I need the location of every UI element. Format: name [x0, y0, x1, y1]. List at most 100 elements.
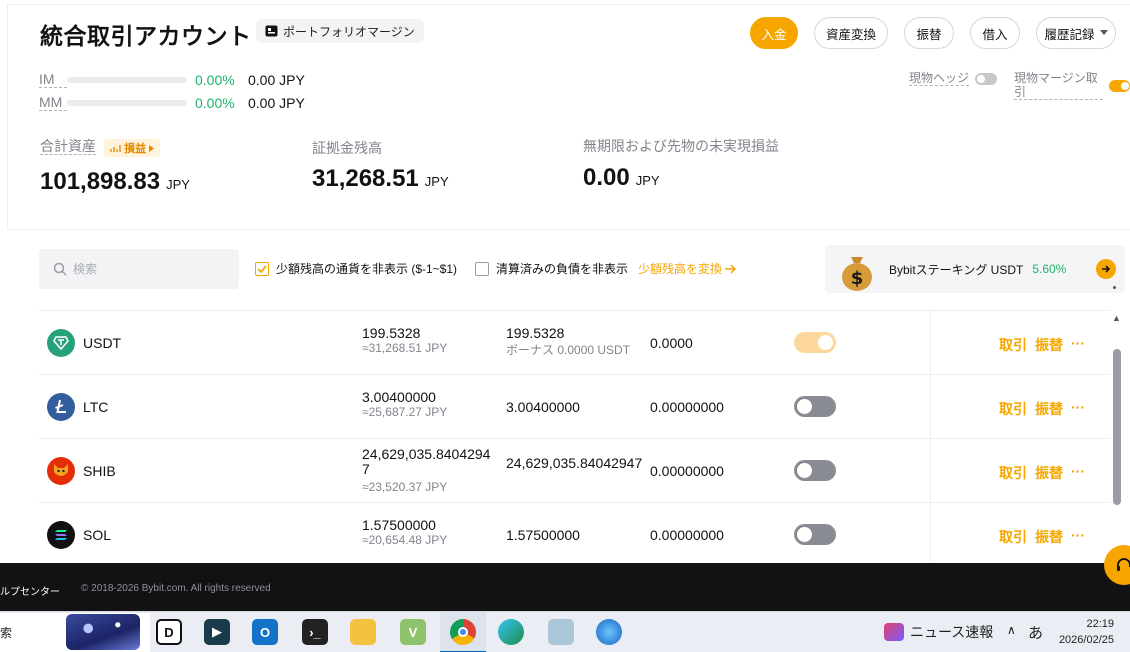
spot-hedge-setting: 現物ヘッジ — [909, 71, 998, 86]
scrollbar-thumb[interactable] — [1113, 349, 1121, 505]
staking-banner[interactable]: $ Bybitステーキング USDT 5.60% — [825, 245, 1125, 293]
more-icon[interactable]: ··· — [1071, 463, 1085, 483]
pnl-badge-label: 損益 — [124, 143, 146, 155]
equity-cell: 199.5328 ≈31,268.51 JPY — [362, 325, 447, 355]
chrome-icon[interactable] — [450, 619, 476, 645]
transfer-link[interactable]: 振替 — [1035, 527, 1063, 547]
command-prompt-icon[interactable]: ›_ — [302, 619, 328, 645]
equity-value: 24,629,035.84042947 — [362, 446, 491, 477]
convert-small-label: 少額残高を変換 — [638, 262, 723, 276]
trade-link[interactable]: 取引 — [999, 527, 1027, 547]
total-assets-unit: JPY — [166, 177, 190, 192]
im-label: IM — [39, 72, 67, 88]
transfer-link[interactable]: 振替 — [1035, 335, 1063, 355]
more-icon[interactable]: ··· — [1071, 399, 1085, 419]
coin-name[interactable]: SOL — [83, 527, 111, 543]
unrealized-pnl-number: 0.00 — [583, 164, 630, 191]
borrow-button[interactable]: 借入 — [970, 17, 1020, 49]
deposit-button[interactable]: 入金 — [750, 17, 798, 49]
margin-balance-unit: JPY — [424, 174, 449, 189]
spot-margin-setting: 現物マージン取引 — [1014, 71, 1130, 100]
spot-margin-toggle[interactable] — [1109, 79, 1130, 92]
more-icon[interactable]: ··· — [1071, 335, 1085, 355]
wallet-cell: 24,629,035.84042947 — [506, 456, 644, 471]
carousel-dot[interactable] — [1113, 286, 1116, 289]
spot-hedge-toggle[interactable] — [975, 72, 998, 85]
equity-value: 1.57500000 — [362, 517, 436, 533]
transfer-link[interactable]: 振替 — [1035, 463, 1063, 483]
equity-cell: 24,629,035.84042947 ≈23,520.37 JPY — [362, 447, 494, 495]
ime-indicator[interactable]: あ — [1028, 622, 1043, 643]
equity-value: 199.5328 — [362, 325, 421, 341]
coin-name[interactable]: LTC — [83, 399, 108, 415]
staking-arrow-button[interactable] — [1096, 259, 1116, 279]
swirl-app-icon[interactable] — [596, 619, 622, 645]
total-assets-number: 101,898.83 — [40, 168, 161, 195]
d-app-icon[interactable]: D — [156, 619, 182, 645]
collateral-toggle[interactable] — [794, 524, 836, 545]
usdt-icon — [47, 329, 75, 357]
mm-label: MM — [39, 95, 67, 111]
hide-small-checkbox[interactable] — [255, 261, 269, 276]
table-row: USDT 199.5328 ≈31,268.51 JPY 199.5328 ボー… — [39, 311, 1110, 375]
collateral-toggle[interactable] — [794, 396, 836, 417]
more-icon[interactable]: ··· — [1071, 527, 1085, 547]
headset-icon — [1117, 558, 1130, 571]
coin-name[interactable]: USDT — [83, 335, 121, 351]
hide-small-balance-filter[interactable]: 少額残高の通貨を非表示 ($-1~$1) — [255, 260, 457, 277]
chevron-up-icon[interactable]: ∧ — [1007, 623, 1016, 637]
file-explorer-icon[interactable] — [350, 619, 376, 645]
caret-right-icon — [149, 144, 154, 152]
trade-link[interactable]: 取引 — [999, 399, 1027, 419]
coin-name[interactable]: SHIB — [83, 463, 116, 479]
transfer-link[interactable]: 振替 — [1035, 399, 1063, 419]
wallet-value: 3.00400000 — [506, 399, 580, 415]
collateral-toggle[interactable] — [794, 460, 836, 481]
column-divider — [930, 375, 931, 439]
im-row: IM 0.00% 0.00 JPY — [39, 72, 305, 88]
edge-icon[interactable] — [498, 619, 524, 645]
staking-rate: 5.60% — [1032, 262, 1067, 276]
search-highlight-image[interactable] — [66, 614, 140, 650]
spot-hedge-label: 現物ヘッジ — [909, 71, 970, 86]
table-row: SOL 1.57500000 ≈20,654.48 JPY 1.57500000… — [39, 503, 1110, 563]
shib-icon — [47, 457, 75, 485]
convert-small-balance-link[interactable]: 少額残高を変換 — [638, 260, 737, 277]
portfolio-margin-badge[interactable]: ポートフォリオマージン — [256, 19, 424, 43]
collateral-toggle[interactable] — [794, 332, 836, 353]
v-app-icon[interactable]: V — [400, 619, 426, 645]
section-divider — [7, 229, 1130, 230]
hide-small-label: 少額残高の通貨を非表示 ($-1~$1) — [276, 262, 458, 276]
staking-text: Bybitステーキング USDT — [889, 262, 1024, 277]
column-divider — [930, 503, 931, 563]
margin-balance-number: 31,268.51 — [312, 165, 419, 192]
system-clock[interactable]: 22:19 2026/02/25 — [1052, 616, 1114, 648]
wallet-value: 199.5328 — [506, 325, 565, 341]
os-taskbar: 索 D ▶ O ›_ V ニュース速報 ∧ あ 22:19 2026/02/25 — [0, 611, 1130, 652]
equity-jpy: ≈25,687.27 JPY — [362, 405, 448, 419]
column-divider — [930, 311, 931, 375]
scroll-up-icon[interactable]: ▲ — [1112, 313, 1121, 323]
search-box[interactable] — [39, 249, 239, 289]
mm-percent: 0.00% — [195, 95, 235, 111]
terminal-app-icon[interactable]: ▶ — [204, 619, 230, 645]
trade-link[interactable]: 取引 — [999, 335, 1027, 355]
bonus-value: ボーナス 0.0000 USDT — [506, 343, 631, 357]
help-center-link[interactable]: ルプセンター — [0, 583, 60, 598]
app-root: 統合取引アカウント ポートフォリオマージン 入金 資産変換 振替 借入 履歴記録… — [0, 0, 1130, 652]
outlook-icon[interactable]: O — [252, 619, 278, 645]
trade-link[interactable]: 取引 — [999, 463, 1027, 483]
hide-settled-checkbox[interactable] — [475, 261, 489, 276]
news-widget[interactable]: ニュース速報 — [884, 622, 993, 642]
history-button[interactable]: 履歴記録 — [1036, 17, 1116, 49]
equity-cell: 1.57500000 ≈20,654.48 JPY — [362, 517, 447, 547]
mm-amount: 0.00 JPY — [248, 95, 305, 111]
convert-assets-button[interactable]: 資産変換 — [814, 17, 888, 49]
search-input[interactable] — [73, 262, 233, 276]
arrow-right-icon — [725, 263, 737, 274]
transfer-button[interactable]: 振替 — [904, 17, 954, 49]
hide-settled-debt-filter[interactable]: 清算済みの負債を非表示 — [475, 260, 628, 277]
pnl-badge[interactable]: 損益 — [104, 139, 160, 157]
clock-time: 22:19 — [1086, 618, 1114, 630]
notes-app-icon[interactable] — [548, 619, 574, 645]
